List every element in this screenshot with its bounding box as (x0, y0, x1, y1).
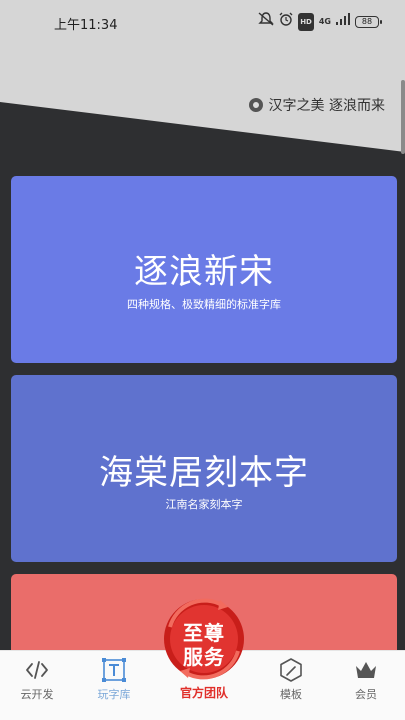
nav-label: 云开发 (20, 688, 54, 701)
nav-label: 会员 (355, 688, 377, 701)
card-subtitle: 四种规格、极致精细的标准字库 (127, 298, 281, 311)
alarm-icon (279, 12, 293, 31)
app-screen: 上午11:34 HD 4G 88 汉字之美 逐浪而来 逐浪新宋 四种规格、极致精… (0, 0, 405, 720)
code-icon (26, 661, 48, 679)
badge-label: 官方团队 (179, 686, 228, 700)
nav-item-membership[interactable]: 会员 (331, 651, 401, 720)
badge-line-2: 服务 (183, 645, 225, 669)
font-card-zhulang-xinsong[interactable]: 逐浪新宋 四种规格、极致精细的标准字库 (11, 176, 397, 363)
status-bar: 上午11:34 HD 4G 88 (0, 0, 405, 44)
nav-item-templates[interactable]: 模板 (256, 651, 326, 720)
card-title: 逐浪新宋 (134, 252, 274, 292)
nav-label: 玩字库 (97, 688, 131, 701)
header-tagline: 汉字之美 逐浪而来 (248, 95, 385, 115)
battery-icon: 88 (355, 15, 382, 28)
crown-icon (356, 662, 376, 678)
status-time: 上午11:34 (54, 18, 118, 33)
mute-icon (258, 12, 274, 31)
card-title: 海棠居刻本字 (99, 453, 309, 493)
official-service-badge[interactable]: 至尊 服务 官方团队 (162, 597, 246, 707)
template-icon (280, 658, 302, 682)
network-type-label: 4G (318, 16, 331, 26)
nav-item-cloud-dev[interactable]: 云开发 (2, 651, 72, 720)
font-card-haitang[interactable]: 海棠居刻本字 江南名家刻本字 (11, 375, 397, 562)
card-subtitle: 江南名家刻本字 (165, 498, 243, 511)
signal-icon (336, 13, 350, 30)
text-tool-icon (102, 658, 126, 682)
hd-icon: HD (298, 12, 314, 31)
scrollbar[interactable] (401, 80, 405, 154)
nav-item-play-fonts[interactable]: 玩字库 (79, 651, 149, 720)
nav-label: 模板 (280, 688, 302, 701)
tagline-text: 汉字之美 逐浪而来 (268, 98, 385, 114)
disc-icon (248, 98, 263, 112)
status-icons: HD 4G 88 (258, 12, 382, 31)
